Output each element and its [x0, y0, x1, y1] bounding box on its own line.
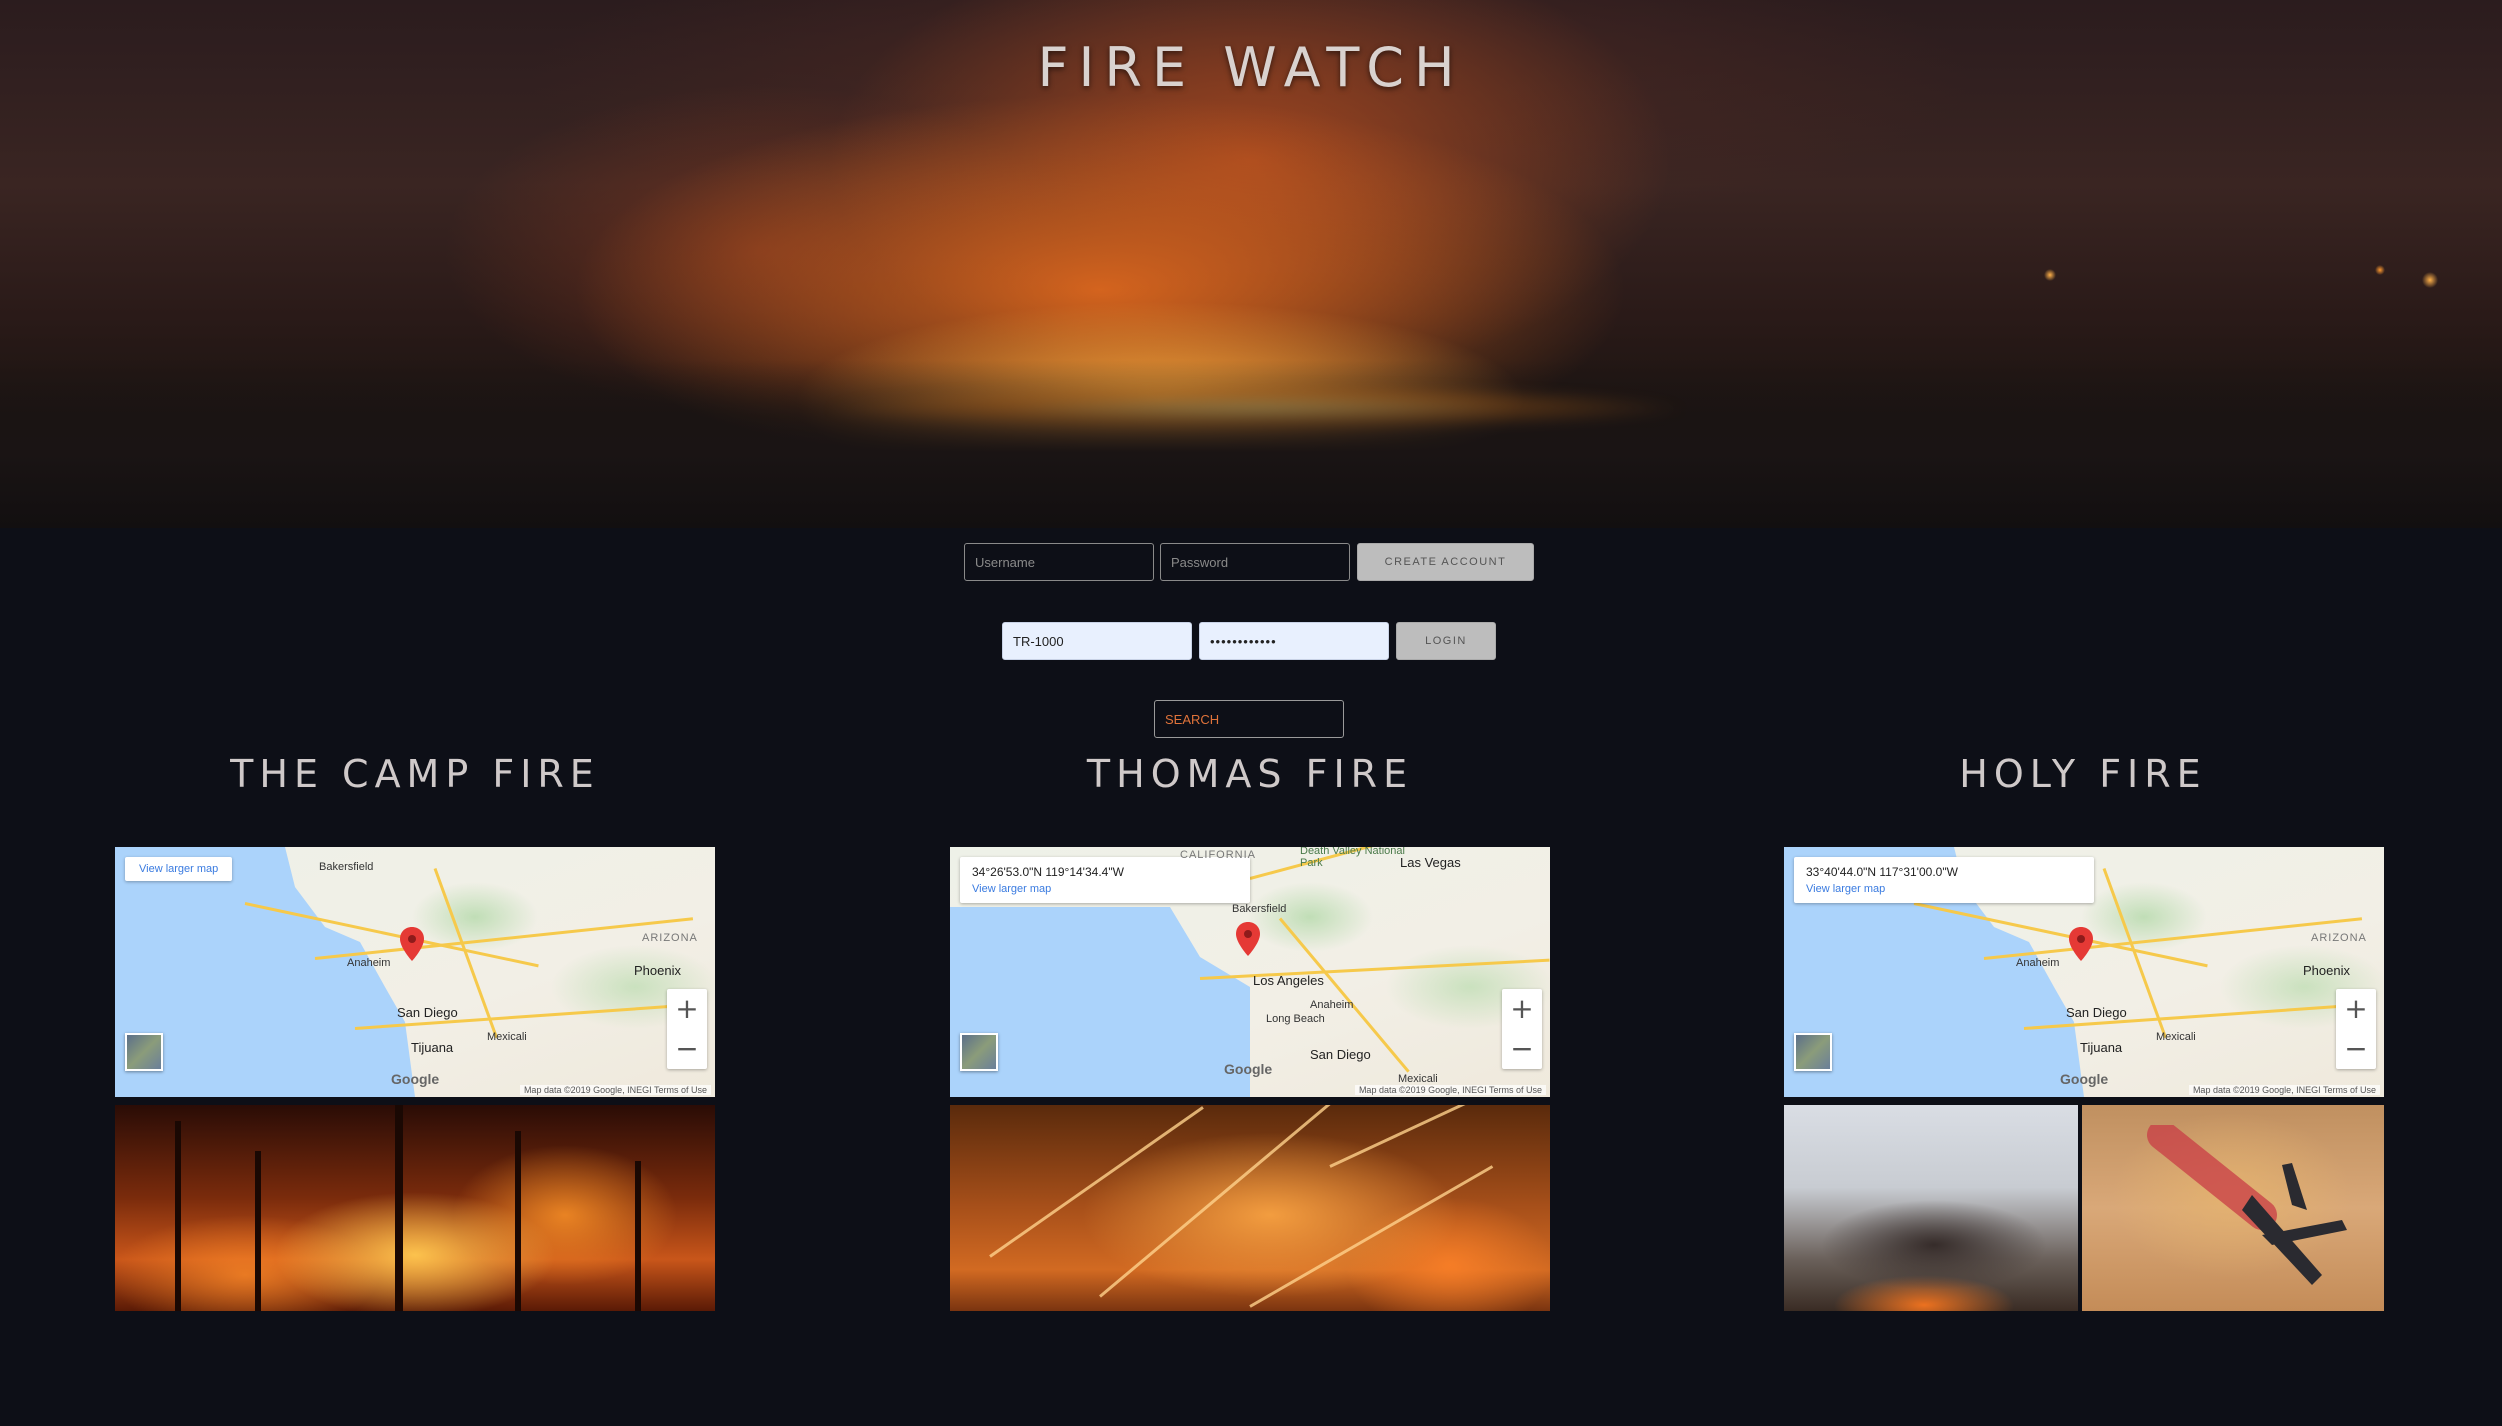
ember-lights	[2000, 240, 2500, 300]
city-label: Bakersfield	[1232, 903, 1287, 915]
city-label: Las Vegas	[1400, 855, 1461, 870]
create-username-input[interactable]: Username	[964, 543, 1154, 581]
login-username-input[interactable]: TR-1000	[1002, 622, 1192, 660]
zoom-out-icon[interactable]: −	[667, 1029, 707, 1069]
zoom-in-icon[interactable]: +	[2336, 989, 2376, 1029]
city-label: Mexicali	[1398, 1073, 1438, 1085]
city-label: Los Angeles	[1253, 973, 1324, 988]
google-logo: Google	[2060, 1071, 2109, 1087]
zoom-in-icon[interactable]: +	[1502, 989, 1542, 1029]
map-attribution: Map data ©2019 Google, INEGI Terms of Us…	[1354, 1085, 1546, 1095]
view-larger-map-link[interactable]: View larger map	[972, 883, 1238, 895]
map-holy-fire[interactable]: 33°40'44.0"N 117°31'00.0"W View larger m…	[1784, 847, 2384, 1097]
city-label: San Diego	[1310, 1047, 1371, 1062]
thomas-fire-photo	[950, 1105, 1550, 1311]
satellite-toggle-icon[interactable]	[1794, 1033, 1832, 1071]
city-label: San Diego	[2066, 1005, 2127, 1020]
google-logo: Google	[391, 1071, 440, 1087]
create-account-button[interactable]: CREATE ACCOUNT	[1357, 543, 1534, 581]
zoom-control[interactable]: + −	[1502, 989, 1542, 1069]
city-label: Tijuana	[2080, 1040, 2123, 1055]
create-password-input[interactable]: Password	[1160, 543, 1350, 581]
search-button[interactable]: SEARCH	[1154, 700, 1344, 738]
ember-streak	[1099, 1105, 1331, 1298]
site-title: FIRE WATCH	[1037, 36, 1465, 99]
city-label: Tijuana	[411, 1040, 454, 1055]
holy-fire-smoke-photo	[1784, 1105, 2078, 1311]
air-tanker-icon	[2147, 1125, 2347, 1285]
hero-banner: FIRE WATCH	[0, 0, 2502, 528]
coordinates-text: 34°26'53.0"N 119°14'34.4"W	[972, 865, 1124, 879]
map-attribution: Map data ©2019 Google, INEGI Terms of Us…	[2188, 1085, 2380, 1095]
tree-silhouette	[255, 1151, 261, 1311]
road	[314, 917, 694, 960]
city-label: Anaheim	[1310, 999, 1354, 1011]
map-info-box: 34°26'53.0"N 119°14'34.4"W View larger m…	[960, 857, 1250, 903]
camp-fire-photo	[115, 1105, 715, 1311]
city-label: Anaheim	[2016, 957, 2060, 969]
map-info-box: 33°40'44.0"N 117°31'00.0"W View larger m…	[1794, 857, 2094, 903]
ember-streak	[1329, 1105, 1512, 1168]
holy-fire-tanker-photo	[2082, 1105, 2384, 1311]
view-larger-map-link[interactable]: View larger map	[139, 863, 218, 875]
map-thomas-fire[interactable]: 34°26'53.0"N 119°14'34.4"W View larger m…	[950, 847, 1550, 1097]
zoom-out-icon[interactable]: −	[2336, 1029, 2376, 1069]
city-label: Long Beach	[1266, 1013, 1325, 1025]
coordinates-text: 33°40'44.0"N 117°31'00.0"W	[1806, 865, 1958, 879]
tree-silhouette	[635, 1161, 641, 1311]
region-label: ARIZONA	[642, 932, 698, 944]
road	[1983, 917, 2363, 960]
city-label: San Diego	[397, 1005, 458, 1020]
google-logo: Google	[1224, 1061, 1273, 1077]
view-larger-map-link[interactable]: View larger map	[1806, 883, 2082, 895]
map-camp-fire[interactable]: View larger map Bakersfield Anaheim San …	[115, 847, 715, 1097]
city-label: Anaheim	[347, 957, 391, 969]
login-password-input[interactable]: ••••••••••••	[1199, 622, 1389, 660]
mountain-ridge	[0, 360, 2502, 528]
zoom-control[interactable]: + −	[2336, 989, 2376, 1069]
map-info-box: View larger map	[125, 857, 233, 881]
fire-title-thomas: THOMAS FIRE	[1086, 752, 1414, 796]
map-pin-icon[interactable]	[2069, 927, 2093, 961]
fire-title-camp: THE CAMP FIRE	[230, 752, 600, 796]
login-button[interactable]: LOGIN	[1396, 622, 1496, 660]
tree-silhouette	[395, 1105, 403, 1311]
city-label: Bakersfield	[319, 861, 374, 873]
map-pin-icon[interactable]	[1236, 922, 1260, 956]
city-label: Mexicali	[487, 1031, 527, 1043]
city-label: Death Valley National Park	[1300, 847, 1405, 869]
fire-title-holy: HOLY FIRE	[1959, 752, 2207, 796]
tree-silhouette	[175, 1121, 181, 1311]
ember-streak	[1249, 1165, 1494, 1308]
city-label: Phoenix	[2303, 963, 2350, 978]
zoom-in-icon[interactable]: +	[667, 989, 707, 1029]
zoom-control[interactable]: + −	[667, 989, 707, 1069]
tree-silhouette	[515, 1131, 521, 1311]
map-attribution: Map data ©2019 Google, INEGI Terms of Us…	[519, 1085, 711, 1095]
region-label: ARIZONA	[2311, 932, 2367, 944]
satellite-toggle-icon[interactable]	[960, 1033, 998, 1071]
zoom-out-icon[interactable]: −	[1502, 1029, 1542, 1069]
satellite-toggle-icon[interactable]	[125, 1033, 163, 1071]
city-label: Phoenix	[634, 963, 681, 978]
region-label: CALIFORNIA	[1180, 849, 1257, 861]
map-pin-icon[interactable]	[400, 927, 424, 961]
city-label: Mexicali	[2156, 1031, 2196, 1043]
